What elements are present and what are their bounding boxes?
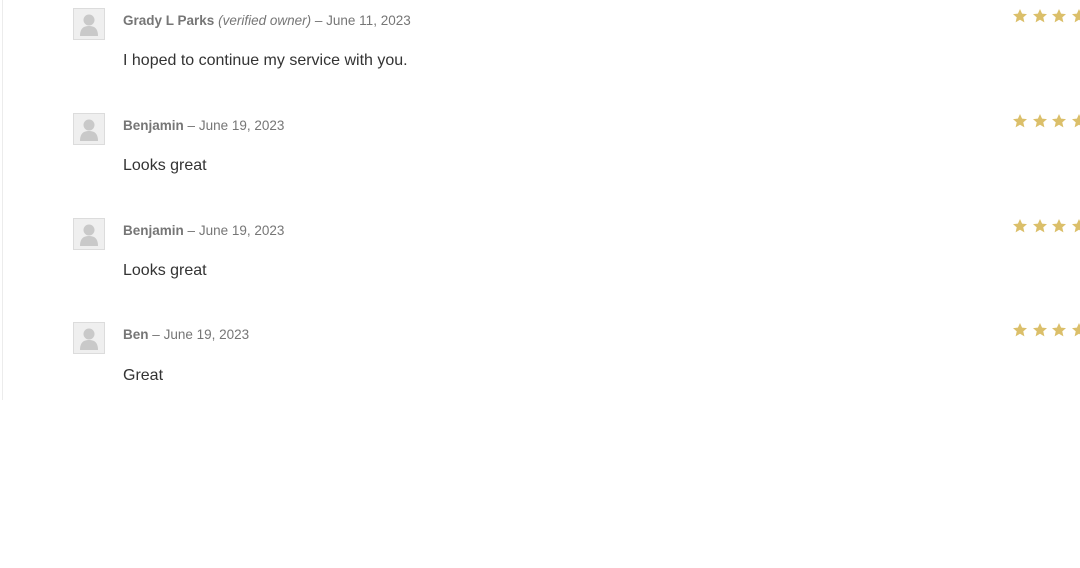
review-date: June 11, 2023 (326, 13, 411, 28)
star-rating (1012, 218, 1080, 236)
star-icon (1013, 323, 1027, 337)
star-icon (1013, 219, 1027, 233)
avatar-icon (73, 322, 105, 354)
review-meta: Benjamin – June 19, 2023 (123, 118, 284, 134)
review-date: June 19, 2023 (163, 327, 250, 342)
review-text: Great (123, 367, 164, 384)
review-text: I hoped to continue my service with you. (123, 52, 408, 69)
star-icon (1013, 114, 1027, 128)
review-author: Grady L Parks (123, 13, 215, 28)
star-icon (1052, 323, 1066, 337)
review-date: June 19, 2023 (198, 223, 285, 238)
star-icon (1032, 323, 1047, 337)
review-item: Grady L Parks (verified owner) – June 11… (0, 0, 1080, 105)
star-icon (1071, 323, 1080, 337)
review-author: Benjamin (123, 118, 184, 133)
avatar-icon (73, 113, 105, 145)
star-icon (1052, 9, 1066, 23)
star-icon (1032, 9, 1047, 23)
review-meta: Ben – June 19, 2023 (123, 327, 249, 343)
reviews-page: Grady L Parks (verified owner) – June 11… (0, 0, 1080, 568)
review-text: Looks great (123, 262, 207, 279)
star-icon (1013, 9, 1027, 23)
meta-separator: – (187, 223, 196, 238)
meta-separator: – (152, 327, 160, 342)
star-rating (1012, 8, 1080, 26)
avatar-icon (73, 218, 105, 250)
review-meta: Benjamin – June 19, 2023 (123, 223, 284, 239)
star-icon (1032, 219, 1047, 233)
star-icon (1071, 114, 1080, 128)
star-icon (1071, 219, 1080, 233)
review-date: June 19, 2023 (198, 118, 285, 133)
verified-owner-badge: (verified owner) (218, 13, 312, 28)
meta-separator: – (314, 13, 323, 28)
star-rating (1012, 322, 1080, 340)
review-item: Ben – June 19, 2023 Great (0, 314, 1080, 419)
review-item: Benjamin – June 19, 2023 Looks great (0, 105, 1080, 210)
review-meta: Grady L Parks (verified owner) – June 11… (123, 13, 411, 29)
meta-separator: – (187, 118, 196, 133)
star-rating (1012, 113, 1080, 131)
review-author: Ben (123, 327, 149, 342)
review-item: Benjamin – June 19, 2023 Looks great (0, 210, 1080, 315)
review-text: Looks great (123, 157, 207, 174)
star-icon (1032, 114, 1047, 128)
star-icon (1071, 9, 1080, 23)
star-icon (1052, 114, 1066, 128)
star-icon (1052, 219, 1066, 233)
avatar-icon (73, 8, 105, 40)
review-author: Benjamin (123, 223, 184, 238)
